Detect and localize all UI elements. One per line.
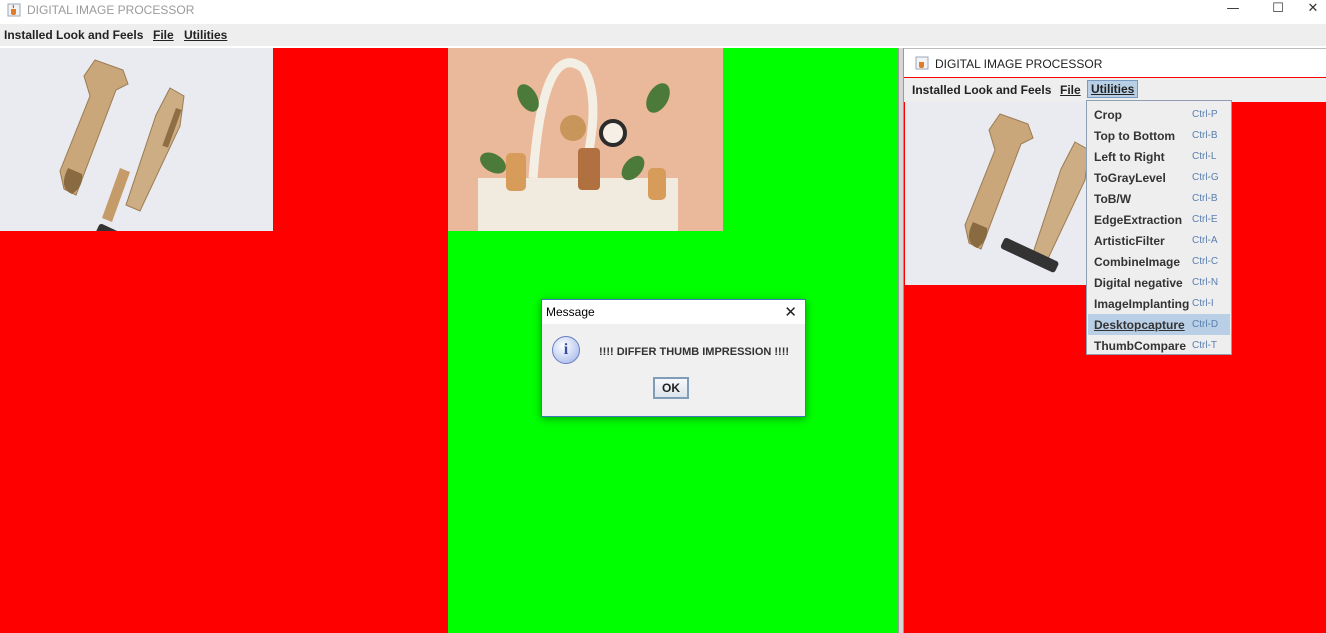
close-icon[interactable]: ✕: [1300, 0, 1326, 20]
menu-item-to-gray-level[interactable]: ToGrayLevel Ctrl-G: [1088, 167, 1230, 188]
menu-utilities[interactable]: Utilities: [184, 28, 227, 42]
dialog-title-bar: Message ✕: [542, 300, 805, 324]
java-cup-icon: [915, 56, 929, 70]
window-title: DIGITAL IMAGE PROCESSOR: [27, 3, 195, 17]
menu-item-to-bw[interactable]: ToB/W Ctrl-B: [1088, 188, 1230, 209]
menu-item-top-to-bottom[interactable]: Top to Bottom Ctrl-B: [1088, 125, 1230, 146]
menu-look-and-feels-2[interactable]: Installed Look and Feels: [912, 83, 1051, 97]
menu-item-artistic-filter[interactable]: ArtisticFilter Ctrl-A: [1088, 230, 1230, 251]
info-icon: i: [552, 336, 580, 364]
left-image-panel: [0, 48, 448, 633]
menu-look-and-feels[interactable]: Installed Look and Feels: [4, 28, 143, 42]
dialog-title: Message: [546, 305, 595, 319]
tote-bag-photo: [448, 48, 723, 231]
menu-utilities-2[interactable]: Utilities: [1087, 80, 1139, 98]
menu-file[interactable]: File: [153, 28, 174, 42]
razor-photo: [0, 48, 273, 268]
menu-item-image-implanting[interactable]: ImageImplanting Ctrl-I: [1088, 293, 1230, 314]
message-dialog: Message ✕ i !!!! DIFFER THUMB IMPRESSION…: [541, 299, 806, 417]
minimize-icon[interactable]: —: [1213, 0, 1253, 20]
utilities-dropdown: Crop Ctrl-P Top to Bottom Ctrl-B Left to R…: [1086, 100, 1232, 355]
java-cup-icon: [7, 3, 21, 17]
ok-button[interactable]: OK: [653, 377, 689, 399]
main-title-bar: DIGITAL IMAGE PROCESSOR — ☐ ✕: [0, 0, 1326, 22]
menu-item-thumb-compare[interactable]: ThumbCompare Ctrl-T: [1088, 335, 1230, 356]
menu-item-desktop-capture[interactable]: Desktopcapture Ctrl-D: [1088, 314, 1230, 335]
main-menu-bar: Installed Look and Feels File Utilities: [0, 24, 1326, 46]
menu-item-combine-image[interactable]: CombineImage Ctrl-C: [1088, 251, 1230, 272]
menu-file-2[interactable]: File: [1060, 83, 1081, 97]
second-window-title-bar: DIGITAL IMAGE PROCESSOR: [904, 48, 1326, 77]
close-icon[interactable]: ✕: [784, 303, 797, 321]
second-window-title: DIGITAL IMAGE PROCESSOR: [935, 57, 1103, 71]
maximize-icon[interactable]: ☐: [1258, 0, 1298, 20]
menu-item-digital-negative[interactable]: Digital negative Ctrl-N: [1088, 272, 1230, 293]
menu-item-left-to-right[interactable]: Left to Right Ctrl-L: [1088, 146, 1230, 167]
dialog-message: !!!! DIFFER THUMB IMPRESSION !!!!: [599, 346, 790, 358]
menu-item-edge-extraction[interactable]: EdgeExtraction Ctrl-E: [1088, 209, 1230, 230]
menu-item-crop[interactable]: Crop Ctrl-P: [1088, 104, 1230, 125]
second-menu-bar: Installed Look and Feels File Utilities: [904, 78, 1326, 102]
razor-photo-2: [905, 102, 1087, 285]
